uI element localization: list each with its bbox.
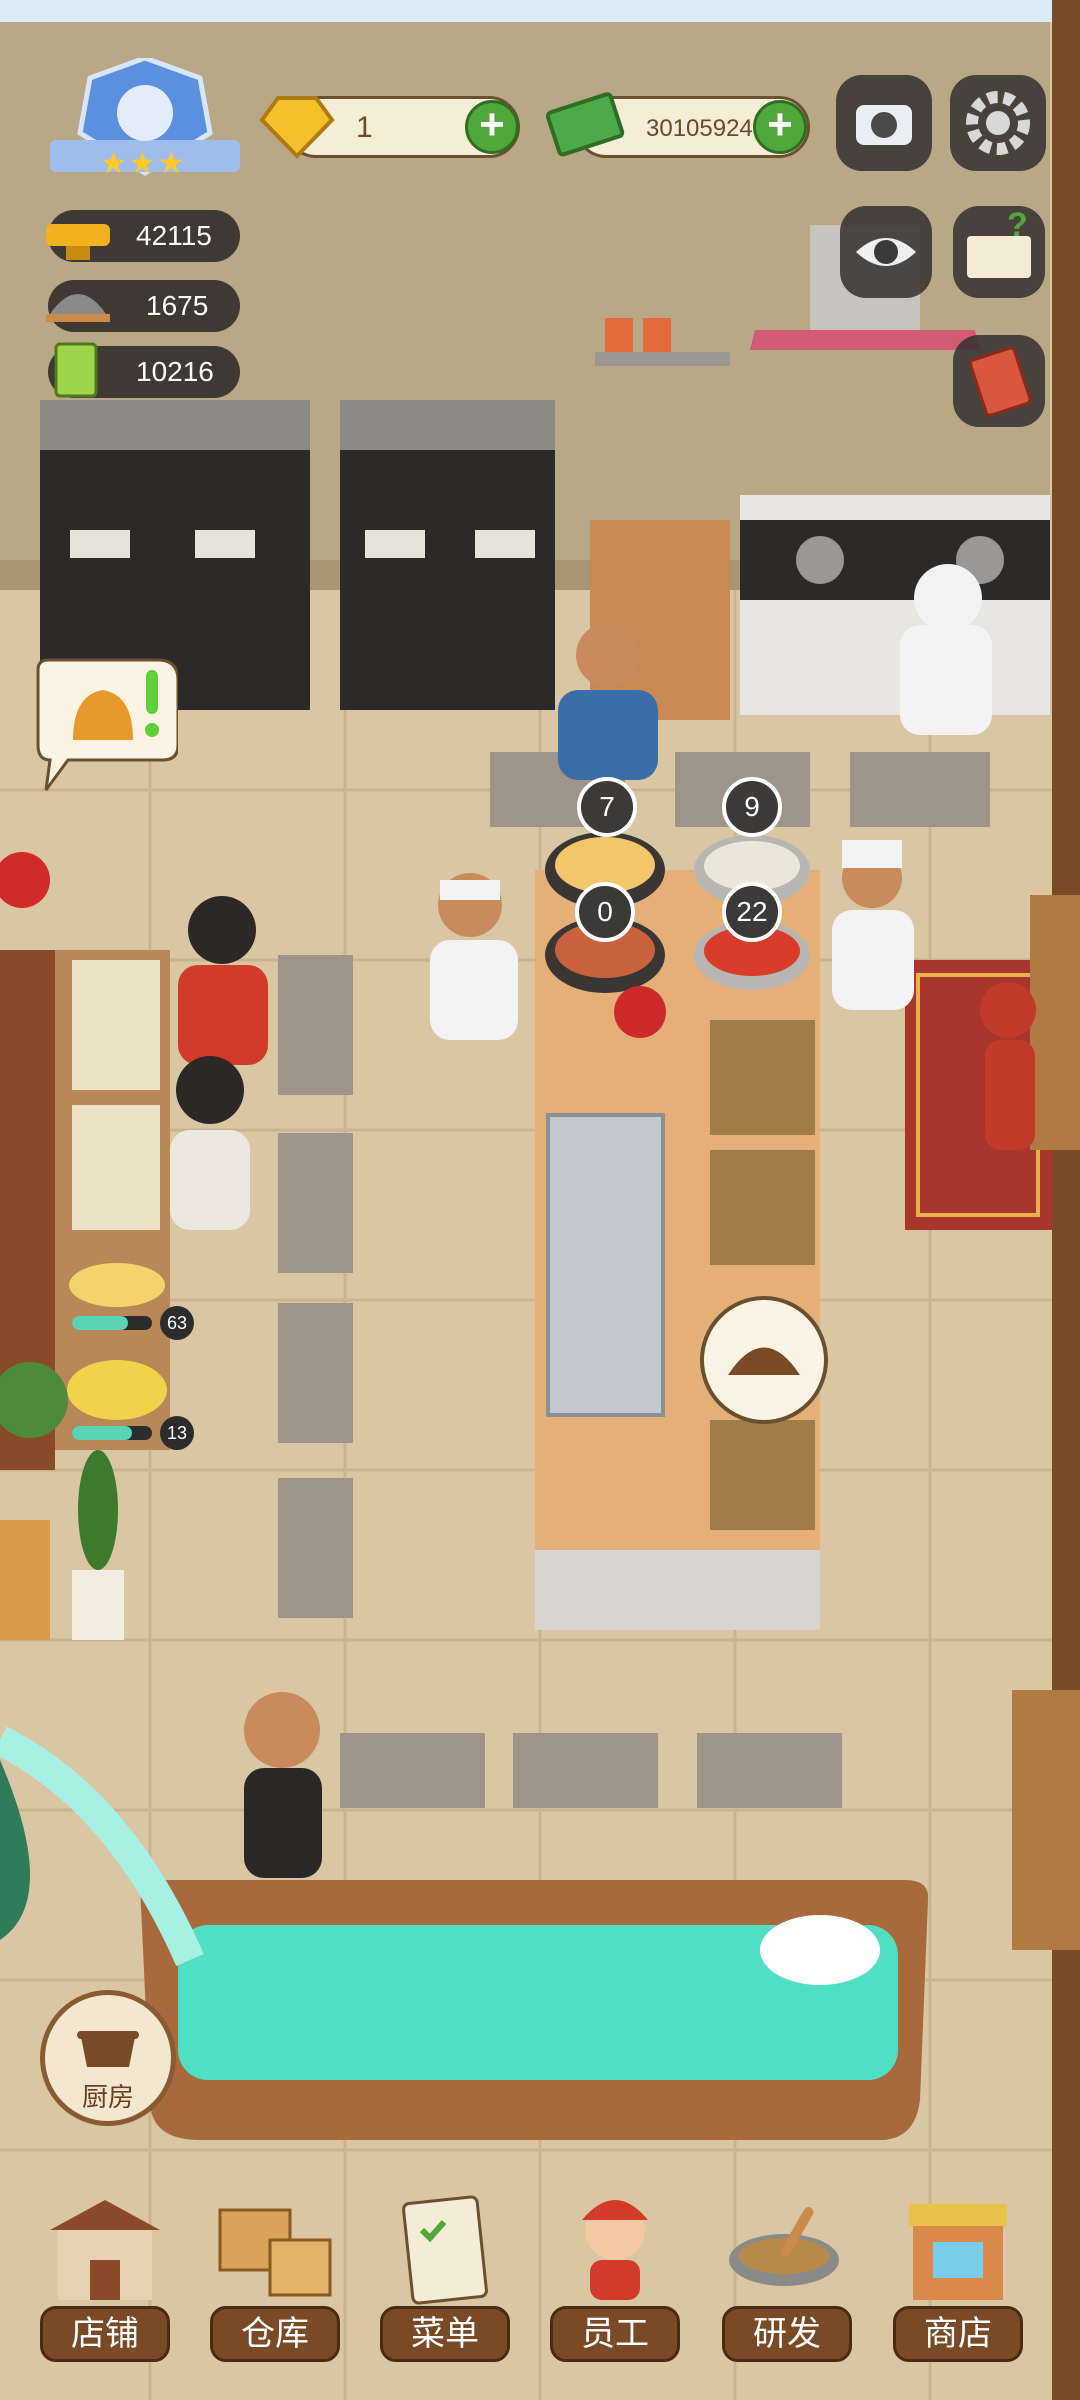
nav-shop-label: 店铺 bbox=[40, 2306, 170, 2362]
camera-button[interactable] bbox=[836, 75, 932, 171]
wok-research-icon bbox=[729, 2207, 839, 2286]
nav-menu-label: 菜单 bbox=[380, 2306, 510, 2362]
nav-store-label: 商店 bbox=[893, 2306, 1023, 2362]
stat-hotpot-value: 42115 bbox=[136, 220, 212, 251]
hotpot-icon bbox=[46, 224, 110, 260]
question-book-icon: ? bbox=[967, 206, 1031, 278]
kitchen-label: 厨房 bbox=[81, 2083, 134, 2113]
prep-progress-count: 13 bbox=[160, 1416, 194, 1450]
svg-text:?: ? bbox=[1007, 206, 1028, 244]
bell-notification[interactable] bbox=[28, 650, 180, 800]
gear-icon bbox=[966, 91, 1030, 155]
pot-timer: 22 bbox=[722, 882, 782, 942]
nav-warehouse-label: 仓库 bbox=[210, 2306, 340, 2362]
level-badge[interactable]: ★★★ bbox=[50, 55, 240, 193]
cash-icon bbox=[545, 84, 626, 164]
nav-research-label: 研发 bbox=[722, 2306, 852, 2362]
nav-research[interactable]: 研发 bbox=[712, 2180, 862, 2370]
stat-cloche: 1675 bbox=[46, 280, 240, 332]
cash-amount: 30105924 bbox=[646, 115, 753, 142]
nav-staff-label: 员工 bbox=[550, 2306, 680, 2362]
prep-progress-bar bbox=[72, 1316, 152, 1330]
red-book-icon bbox=[968, 346, 1032, 417]
pot-timer: 0 bbox=[575, 882, 635, 942]
prep-progress-count: 63 bbox=[160, 1306, 194, 1340]
pot-timer: 9 bbox=[722, 777, 782, 837]
shop-building-icon bbox=[50, 2200, 160, 2300]
prep-progress-bar bbox=[72, 1426, 152, 1440]
nav-menu[interactable]: 菜单 bbox=[370, 2180, 520, 2370]
prep-progress-fill bbox=[72, 1316, 128, 1330]
kitchen-pot-icon bbox=[77, 2031, 139, 2067]
menu-clipboard-icon bbox=[402, 2195, 488, 2305]
prep-progress-fill bbox=[72, 1426, 132, 1440]
staff-icon bbox=[582, 2200, 648, 2300]
gem-count: 1 bbox=[356, 111, 373, 144]
stat-recipes-value: 10216 bbox=[136, 356, 214, 387]
level-stars: ★★★ bbox=[100, 147, 187, 180]
recipe-book-icon bbox=[54, 342, 98, 398]
kitchen-button[interactable]: 厨房 bbox=[40, 1990, 176, 2126]
pot-timer: 7 bbox=[577, 777, 637, 837]
warehouse-boxes-icon bbox=[218, 2208, 332, 2297]
nav-store[interactable]: 商店 bbox=[883, 2180, 1033, 2370]
gem-icon bbox=[258, 84, 336, 162]
store-icon bbox=[909, 2204, 1007, 2300]
settings-button[interactable] bbox=[950, 75, 1046, 171]
stat-recipes: 10216 bbox=[48, 342, 240, 398]
view-button[interactable] bbox=[840, 206, 932, 298]
guide-button[interactable]: ? bbox=[953, 206, 1045, 298]
camera-icon bbox=[856, 105, 912, 145]
nav-warehouse[interactable]: 仓库 bbox=[200, 2180, 350, 2370]
stat-cloche-value: 1675 bbox=[146, 290, 209, 321]
stat-hotpot: 42115 bbox=[46, 210, 240, 262]
menu-book-button[interactable] bbox=[953, 335, 1045, 427]
nav-staff[interactable]: 员工 bbox=[540, 2180, 690, 2370]
bell-icon bbox=[36, 658, 180, 791]
add-cash-button[interactable]: + bbox=[753, 100, 807, 154]
eye-icon bbox=[856, 238, 916, 266]
add-gems-button[interactable]: + bbox=[465, 100, 519, 154]
cloche-icon bbox=[46, 294, 110, 322]
nav-shop[interactable]: 店铺 bbox=[30, 2180, 180, 2370]
